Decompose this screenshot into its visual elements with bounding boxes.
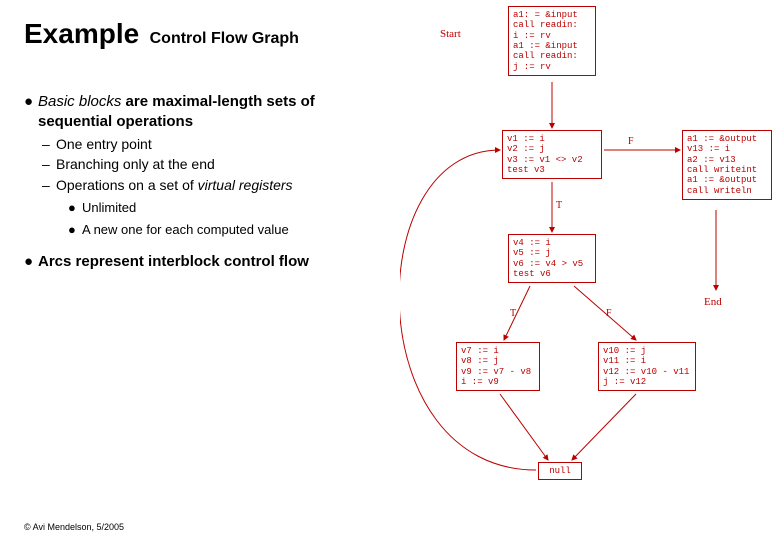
edge-T-2: T	[510, 308, 516, 319]
start-label: Start	[440, 28, 461, 40]
node-output: a1 := &output v13 := i a2 := v13 call wr…	[682, 130, 772, 200]
edge-F-2: F	[606, 308, 612, 319]
dash-3-em: virtual registers	[198, 177, 293, 193]
end-label: End	[704, 296, 722, 308]
sub-2: A new one for each computed value	[82, 221, 289, 239]
footer: © Avi Mendelson, 5/2005	[24, 522, 124, 532]
node-right: v10 := j v11 := i v12 := v10 - v11 j := …	[598, 342, 696, 391]
node-start: a1: = &input call readin: i := rv a1 := …	[508, 6, 596, 76]
bullet-2: Arcs represent interblock control flow	[38, 252, 309, 272]
title-main: Example	[24, 18, 139, 49]
edge-F-1: F	[628, 136, 634, 147]
content-text: ● Basic blocks are maximal-length sets o…	[24, 92, 364, 275]
node-test2: v4 := i v5 := j v6 := v4 > v5 test v6	[508, 234, 596, 283]
dash-3-prefix: Operations on a set of	[56, 177, 198, 193]
node-left: v7 := i v8 := j v9 := v7 - v8 i := v9	[456, 342, 540, 391]
dash-1: One entry point	[56, 135, 152, 154]
sub-1: Unlimited	[82, 199, 136, 217]
flow-diagram: Start a1: = &input call readin: i := rv …	[400, 0, 780, 530]
node-test1: v1 := i v2 := j v3 := v1 <> v2 test v3	[502, 130, 602, 179]
dash-2: Branching only at the end	[56, 155, 215, 174]
edge-T-1: T	[556, 200, 562, 211]
bullet-1-em: Basic blocks	[38, 93, 121, 110]
title-sub: Control Flow Graph	[150, 30, 299, 47]
node-null: null	[538, 462, 582, 480]
